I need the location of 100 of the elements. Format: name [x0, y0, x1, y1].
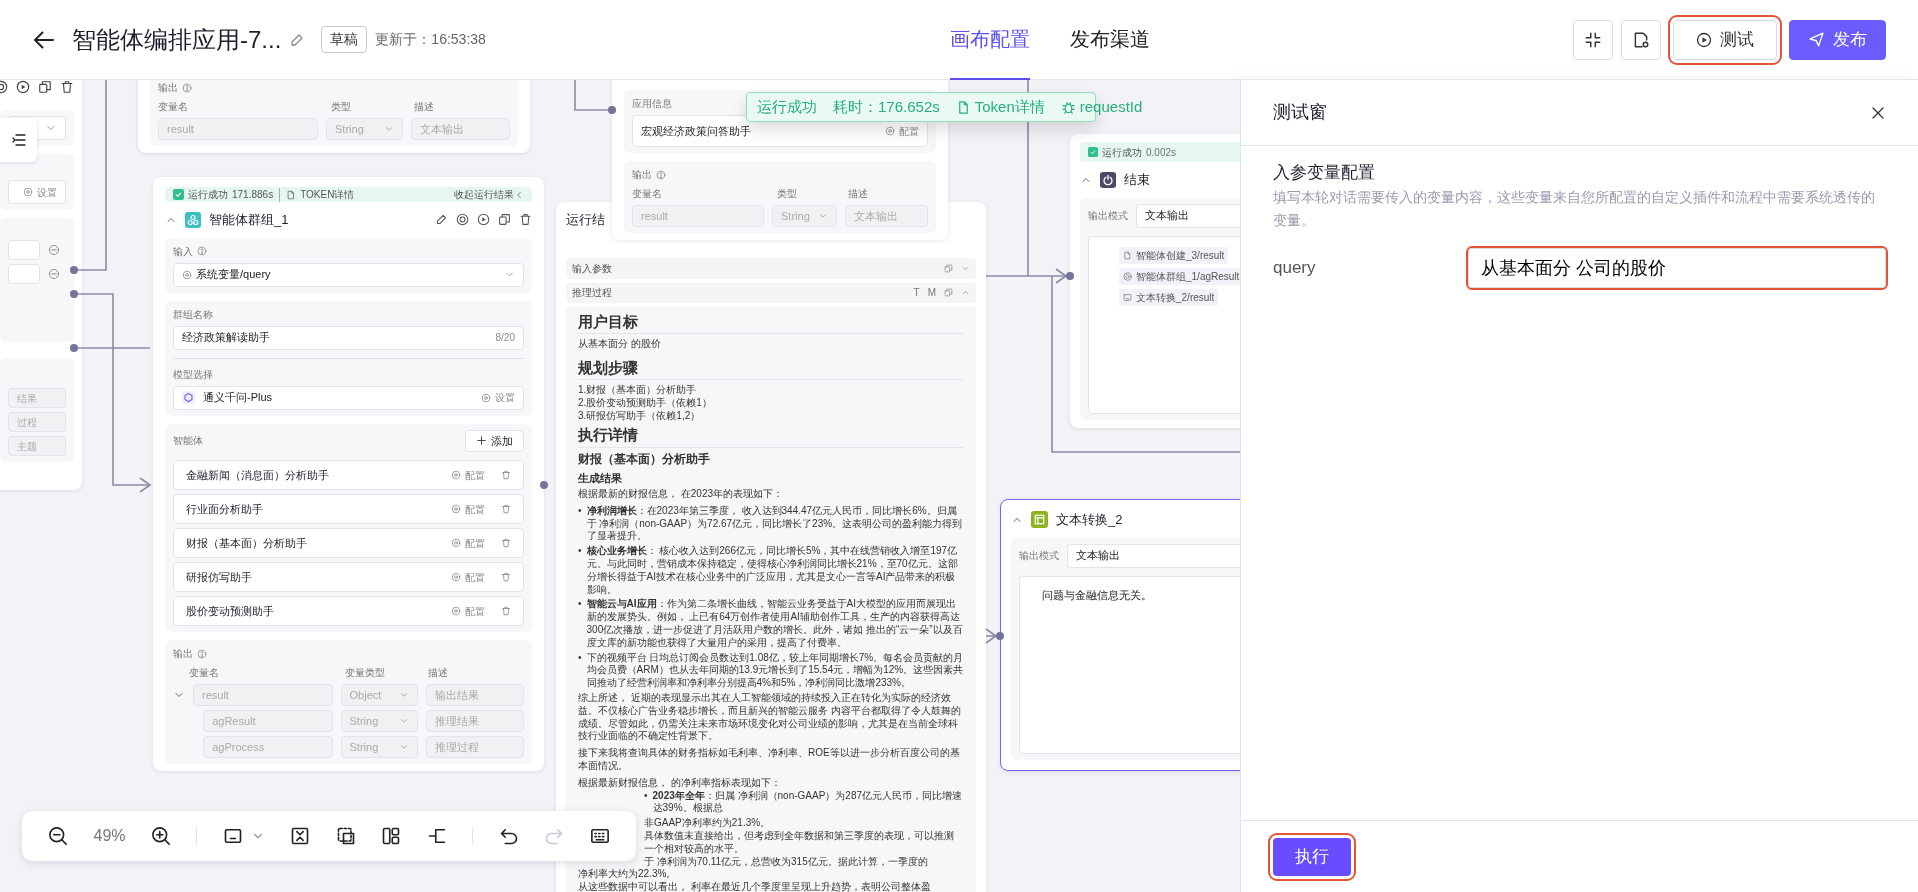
port-dot[interactable] [996, 632, 1004, 640]
output-editor[interactable]: 智能体创建_3/result 智能体群组_1/agResult 文本转换_2/result [1088, 235, 1240, 414]
format-toggle[interactable]: M [927, 285, 936, 301]
tab[interactable]: 发布渠道 [1070, 0, 1150, 80]
type-select[interactable]: String [340, 736, 418, 758]
remove-button[interactable] [48, 244, 60, 256]
type-select[interactable]: String [772, 205, 838, 227]
name-field[interactable]: result [158, 118, 318, 140]
output-field[interactable]: 主题 [8, 436, 66, 456]
selection-button[interactable] [335, 826, 356, 846]
play-button[interactable] [16, 80, 30, 94]
paragraph: 综上所述， 近期的表现显示出其在人工智能领域的持续投入正在转化为实际的经济效益。不仅核心广告业务稳步增长，而且新兴的智能云服务 内容平台都取得了令人鼓舞的成绩。尽管如此，仍需关注未来市场环境变化对公司业绩的影响，尤其是在当前全球科技行业面临的不确定性背景下。 [578, 692, 962, 744]
configure-link[interactable]: 配置 [451, 501, 485, 517]
success-icon [173, 189, 184, 200]
copy-button[interactable] [38, 80, 52, 94]
shrink-icon [1584, 30, 1602, 49]
port-dot[interactable] [1066, 272, 1074, 280]
app-title: 智能体编排应用-7... [72, 24, 282, 55]
description-field[interactable]: 文本输出 [411, 118, 510, 140]
play-button[interactable] [477, 213, 490, 227]
type-select[interactable]: Object [340, 684, 418, 706]
model-select[interactable]: 通义千问-Plus 设置 [173, 385, 524, 410]
collapse-button[interactable] [1573, 19, 1613, 60]
delete-button[interactable] [519, 213, 532, 227]
description-field[interactable]: 推理结果 [425, 710, 524, 732]
keyboard-button[interactable] [589, 826, 610, 846]
chevron-down-icon [384, 124, 395, 134]
format-toggle[interactable]: T [913, 285, 920, 301]
mode-select[interactable]: 文本输出 [1136, 203, 1240, 228]
fit-view-button[interactable] [290, 826, 311, 846]
delete-icon [501, 606, 511, 616]
edit-button[interactable] [435, 213, 448, 227]
variable-chip: 智能体创建_3/result [1119, 246, 1229, 264]
branch-icon [426, 826, 447, 846]
agent-item[interactable]: 财报（基本面）分析助手 配置 [173, 528, 524, 558]
input-field[interactable] [8, 240, 40, 260]
undo-button[interactable] [498, 826, 519, 846]
branch-button[interactable] [426, 826, 447, 846]
circle-button[interactable] [456, 213, 469, 227]
port-dot[interactable] [70, 344, 78, 352]
output-field[interactable]: 结果 [8, 388, 66, 408]
port-dot[interactable] [70, 266, 78, 274]
delete-button[interactable] [60, 80, 74, 94]
collapse-results-link[interactable]: 收起运行结果 [454, 187, 524, 202]
output-field[interactable]: 过程 [8, 412, 66, 432]
name-input[interactable]: 经济政策解读助手 8/20 [173, 325, 524, 350]
settings-button[interactable] [1621, 19, 1661, 60]
port-dot[interactable] [540, 481, 548, 489]
description-field[interactable]: 文本输出 [845, 205, 928, 227]
agent-item[interactable]: 股价变动预测助手 配置 [173, 596, 524, 626]
name-field[interactable]: agProcess [203, 736, 333, 758]
field-label: 应用信息 [632, 97, 672, 111]
zoom-out-button[interactable] [48, 826, 68, 846]
heading: 规划步骤 [578, 354, 964, 381]
settings-link[interactable]: 设置 [481, 390, 515, 405]
setting-link[interactable]: 设置 [37, 184, 57, 200]
name-field[interactable]: result [632, 205, 764, 227]
agent-item[interactable]: 研报仿写助手 配置 [173, 562, 524, 592]
type-select[interactable]: String [326, 118, 404, 140]
variable-chip: 智能体群组_1/agResult [1119, 267, 1240, 285]
name-field[interactable]: result [193, 684, 333, 706]
input-field[interactable] [8, 264, 40, 284]
configure-link[interactable]: 配置 [451, 535, 485, 551]
grid-button[interactable] [381, 826, 402, 846]
configure-link[interactable]: 配置 [451, 603, 485, 619]
zoom-in-button[interactable] [151, 826, 171, 846]
request-id-link[interactable]: requestId [1060, 95, 1143, 119]
model-field[interactable]: 设置 [8, 180, 66, 204]
output-editor[interactable]: 问题与金融信息无关。 [1019, 575, 1240, 754]
panel-toggle-button[interactable] [0, 118, 37, 162]
type-select[interactable]: String [340, 710, 418, 732]
token-link[interactable]: TOKEN详情 [286, 187, 355, 202]
zoom-in-icon [151, 826, 171, 846]
group-icon [185, 211, 201, 228]
delete-icon [501, 538, 511, 548]
section-header[interactable]: 输入参数 [566, 258, 976, 279]
field-label: 输出模式 [1088, 209, 1128, 223]
configure-link[interactable]: 配置 [885, 123, 919, 139]
copy-button[interactable] [498, 213, 511, 227]
token-link[interactable]: Token详情 [955, 95, 1045, 119]
description-field[interactable]: 推理过程 [425, 736, 524, 758]
port-dot[interactable] [70, 290, 78, 298]
agent-item[interactable]: 金融新闻（消息面）分析助手 配置 [173, 460, 524, 490]
publish-button[interactable]: 发布 [1789, 19, 1886, 60]
variable-input[interactable]: 从基本面分 公司的股价 [1468, 247, 1886, 288]
chevron-down-icon [398, 716, 409, 726]
configure-link[interactable]: 配置 [451, 569, 485, 585]
remove-button[interactable] [48, 268, 60, 280]
add-button[interactable]: 添加 [465, 429, 524, 452]
mode-select[interactable]: 文本输出 [1067, 543, 1240, 568]
layout-button[interactable] [222, 826, 265, 846]
configure-link[interactable]: 配置 [451, 467, 485, 483]
port-dot[interactable] [608, 106, 616, 114]
input-select[interactable]: 系统变量/query [173, 262, 524, 287]
agent-item[interactable]: 行业面分析助手 配置 [173, 494, 524, 524]
section-header[interactable]: 推理过程 T M [566, 282, 976, 303]
help-icon [182, 82, 192, 93]
run-time: 0.002s [1146, 145, 1177, 160]
name-field[interactable]: agResult [203, 710, 333, 732]
description-field[interactable]: 输出结果 [425, 684, 524, 706]
